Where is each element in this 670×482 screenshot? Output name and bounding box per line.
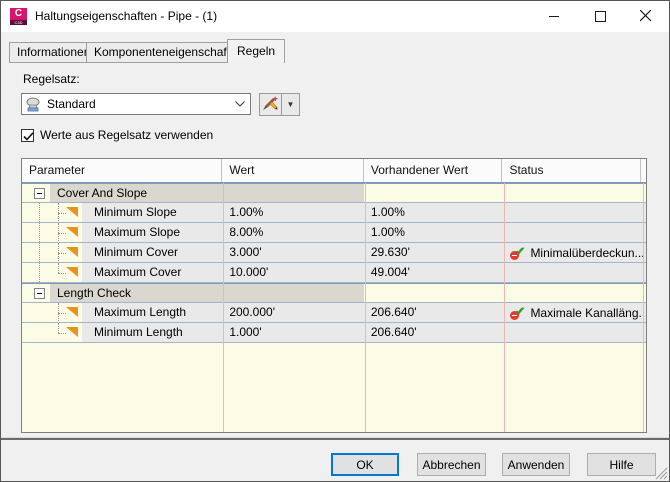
group-row[interactable]: Cover And Slope xyxy=(22,183,646,203)
wert-cell[interactable]: 10.000' xyxy=(222,263,364,282)
app-icon-sub: C3D xyxy=(10,20,27,25)
title-bar[interactable]: C C3D Haltungseigenschaften - Pipe - (1) xyxy=(1,1,669,32)
column-header-vorhandener-wert[interactable]: Vorhandener Wert xyxy=(364,159,503,182)
wert-cell[interactable]: 3.000' xyxy=(222,243,364,262)
use-ruleset-row: Werte aus Regelsatz verwenden xyxy=(21,128,213,142)
minimize-button[interactable] xyxy=(531,1,577,31)
column-header-filler xyxy=(641,159,646,182)
civil3d-app-icon: C C3D xyxy=(10,8,27,25)
rule-flag-icon xyxy=(66,327,78,337)
parameter-cell: Minimum Length xyxy=(22,323,223,342)
rule-row[interactable]: Maximum Length 200.000' 206.640' ✔ Maximale … xyxy=(22,303,646,323)
wert-cell[interactable]: 1.000' xyxy=(222,323,364,342)
table-header-row: Parameter Wert Vorhandener Wert Status xyxy=(22,159,646,183)
stamp-icon xyxy=(26,97,42,112)
status-cell xyxy=(502,323,646,342)
vorhandener-wert-cell: 206.640' xyxy=(363,323,503,342)
group-label: Length Check xyxy=(57,286,132,300)
wert-cell[interactable]: 8.00% xyxy=(222,223,364,242)
parameter-name: Maximum Length xyxy=(94,305,187,319)
status-cell xyxy=(502,263,646,282)
collapse-expander-icon[interactable] xyxy=(34,188,45,199)
pipe-properties-dialog: C C3D Haltungseigenschaften - Pipe - (1)… xyxy=(0,0,670,482)
edit-ruleset-button[interactable] xyxy=(259,93,282,116)
parameter-cell: Minimum Slope xyxy=(22,203,223,222)
parameter-name: Maximum Slope xyxy=(94,225,181,239)
status-cell: ✔ Maximale Kanalläng... xyxy=(502,303,646,322)
parameter-name: Minimum Length xyxy=(94,325,183,339)
edit-ruleset-dropdown-button[interactable]: ▼ xyxy=(281,93,300,116)
close-icon xyxy=(640,10,652,22)
rule-flag-icon xyxy=(66,307,78,317)
dropdown-arrow-icon: ▼ xyxy=(286,100,295,109)
ruleset-combobox[interactable]: Standard xyxy=(21,93,251,115)
vorhandener-wert-cell: 1.00% xyxy=(363,223,503,242)
status-cell xyxy=(502,203,646,222)
rule-violation-icon: ✔ xyxy=(510,244,527,260)
use-ruleset-label: Werte aus Regelsatz verwenden xyxy=(40,128,214,142)
vorhandener-wert-cell: 49.004' xyxy=(363,263,503,282)
maximize-button[interactable] xyxy=(577,1,623,31)
cancel-button[interactable]: Abbrechen xyxy=(417,453,486,476)
status-text: Maximale Kanalläng... xyxy=(530,305,646,320)
group-parameter-cell: Cover And Slope xyxy=(22,184,223,202)
rule-violation-icon: ✔ xyxy=(510,304,527,320)
table-rows: Cover And Slope Minimum Slope 1.00% 1.00% Ma… xyxy=(22,183,646,343)
ok-button[interactable]: OK xyxy=(331,453,399,476)
app-icon-letter: C xyxy=(10,8,27,20)
collapse-expander-icon[interactable] xyxy=(34,288,45,299)
edit-ruleset-splitbutton: ▼ xyxy=(259,93,300,116)
parameter-name: Maximum Cover xyxy=(94,265,182,279)
group-row[interactable]: Length Check xyxy=(22,283,646,303)
maximize-icon xyxy=(594,10,606,22)
rule-flag-icon xyxy=(66,267,78,277)
rule-row[interactable]: Minimum Slope 1.00% 1.00% xyxy=(22,203,646,223)
parameter-cell: Maximum Cover xyxy=(22,263,223,282)
check-icon xyxy=(23,131,34,141)
rule-flag-icon xyxy=(66,247,78,257)
parameter-cell: Maximum Slope xyxy=(22,223,223,242)
resize-grip[interactable] xyxy=(654,466,668,480)
parameter-cell: Minimum Cover xyxy=(22,243,223,262)
rule-row[interactable]: Minimum Length 1.000' 206.640' xyxy=(22,323,646,343)
wert-cell[interactable]: 1.00% xyxy=(222,203,364,222)
minimize-icon xyxy=(548,11,560,22)
rule-flag-icon xyxy=(66,227,78,237)
footer-divider xyxy=(1,437,669,440)
group-parameter-cell: Length Check xyxy=(22,284,223,302)
status-text: Minimalüberdeckun... xyxy=(530,245,645,260)
group-label: Cover And Slope xyxy=(57,186,148,200)
rules-table: Parameter Wert Vorhandener Wert Status C… xyxy=(21,158,647,433)
rule-flag-icon xyxy=(66,207,78,217)
vorhandener-wert-cell: 1.00% xyxy=(363,203,503,222)
column-header-wert[interactable]: Wert xyxy=(222,159,364,182)
vorhandener-wert-cell: 29.630' xyxy=(363,243,503,262)
parameter-name: Minimum Cover xyxy=(94,245,179,259)
wert-cell[interactable]: 200.000' xyxy=(222,303,364,322)
rule-row[interactable]: Minimum Cover 3.000' 29.630' ✔ Minimalüberde… xyxy=(22,243,646,263)
ruleset-selected-value: Standard xyxy=(47,97,96,111)
edit-brush-icon xyxy=(262,95,279,114)
help-button[interactable]: Hilfe xyxy=(587,453,656,476)
tab-regeln[interactable]: Regeln xyxy=(227,39,286,63)
column-header-parameter[interactable]: Parameter xyxy=(22,159,223,182)
column-header-status[interactable]: Status xyxy=(502,159,642,182)
ruleset-label: Regelsatz: xyxy=(23,72,80,86)
vorhandener-wert-cell: 206.640' xyxy=(363,303,503,322)
parameter-cell: Maximum Length xyxy=(22,303,223,322)
chevron-down-icon[interactable] xyxy=(230,94,250,114)
status-cell xyxy=(502,223,646,242)
status-cell: ✔ Minimalüberdeckun... xyxy=(502,243,646,262)
close-button[interactable] xyxy=(623,1,669,31)
rule-row[interactable]: Maximum Cover 10.000' 49.004' xyxy=(22,263,646,283)
parameter-name: Minimum Slope xyxy=(94,205,177,219)
use-ruleset-checkbox[interactable] xyxy=(21,128,34,142)
apply-button[interactable]: Anwenden xyxy=(502,453,570,476)
rule-row[interactable]: Maximum Slope 8.00% 1.00% xyxy=(22,223,646,243)
tab-informationen[interactable]: Informationen xyxy=(9,42,99,63)
window-title: Haltungseigenschaften - Pipe - (1) xyxy=(35,9,218,23)
